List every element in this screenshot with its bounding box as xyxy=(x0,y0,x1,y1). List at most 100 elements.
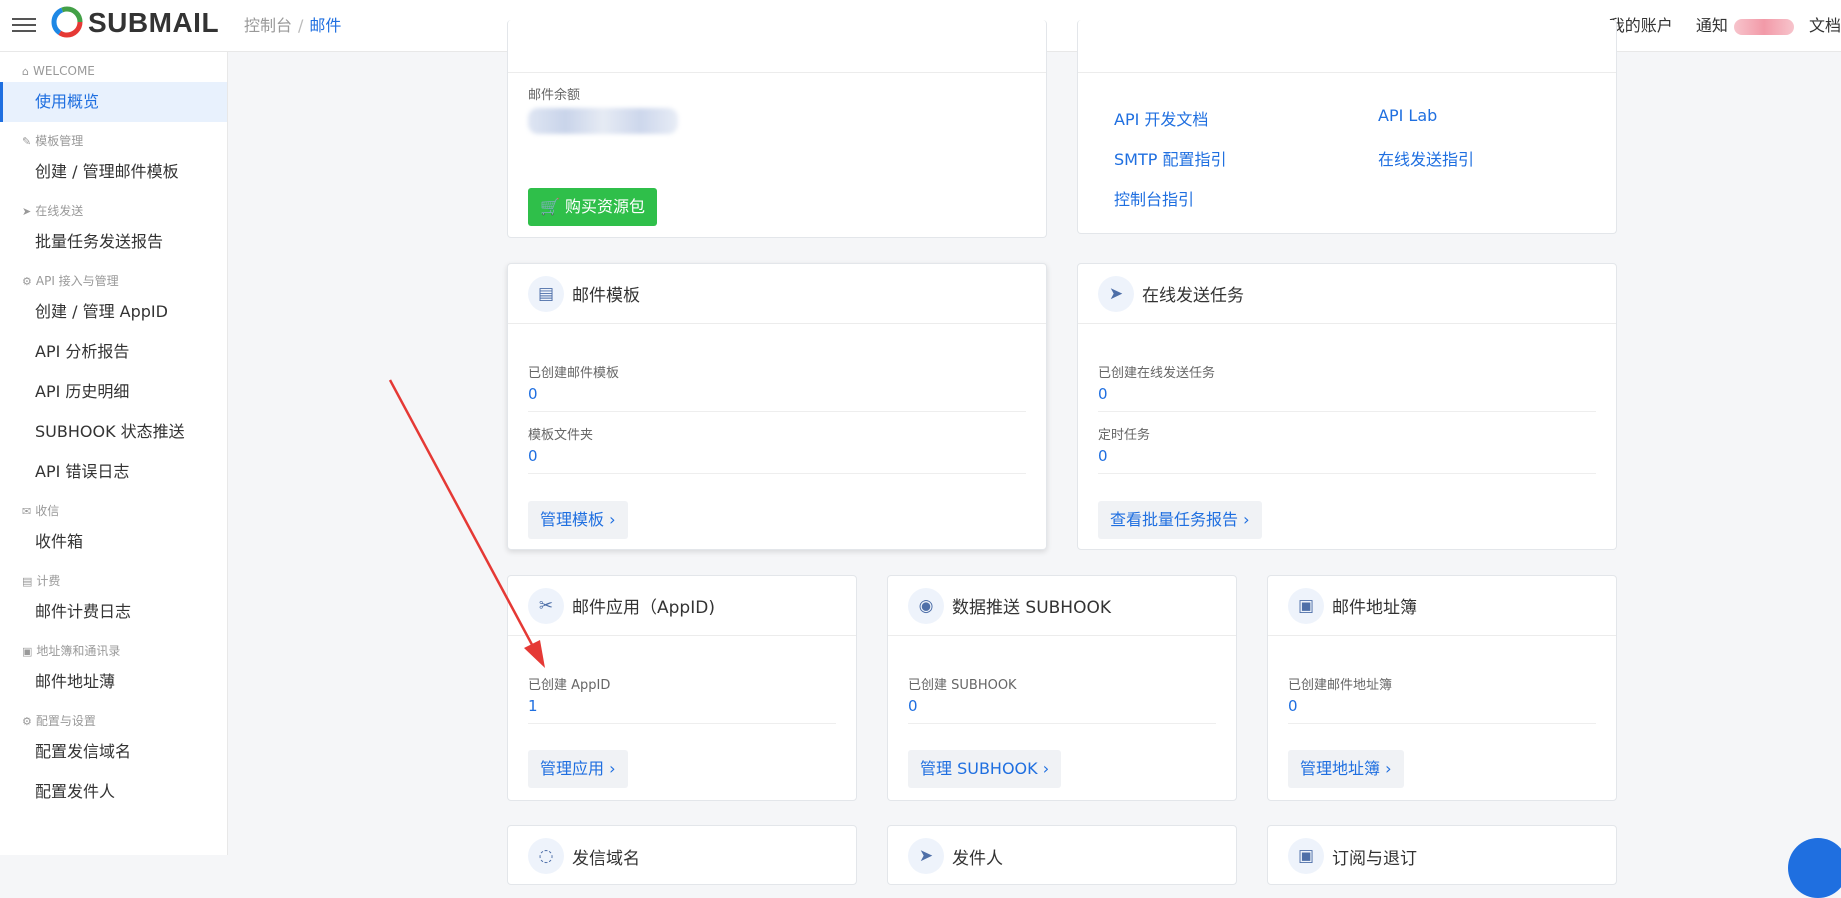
template-folder-field: 模板文件夹 0 xyxy=(528,424,1026,474)
sidebar-section-templates: ✎ 模板管理 xyxy=(22,134,84,148)
subscription-card: ▣ 订阅与退订 xyxy=(1267,825,1617,885)
card-header: ▣ 订阅与退订 xyxy=(1268,826,1616,886)
view-batch-report-button[interactable]: 查看批量任务报告 › xyxy=(1098,501,1262,539)
paper-plane-icon: ➤ xyxy=(1098,275,1134,312)
sidebar-item-api-errors[interactable]: API 错误日志 xyxy=(0,452,227,492)
appid-count-value: 1 xyxy=(528,697,538,715)
subscription-card-title: 订阅与退订 xyxy=(1332,848,1417,869)
online-send-guide-link[interactable]: 在线发送指引 xyxy=(1378,146,1474,170)
subhook-count-label: 已创建 SUBHOOK xyxy=(908,678,1017,693)
tools-icon: ✂ xyxy=(528,587,564,624)
manage-apps-button[interactable]: 管理应用 › xyxy=(528,750,628,788)
addressbook-icon: ▣ xyxy=(22,645,33,658)
template-count-field: 已创建邮件模板 0 xyxy=(528,362,1026,412)
notifications-label: 通知 xyxy=(1695,16,1728,35)
card-header: ➤ 在线发送任务 xyxy=(1078,264,1616,324)
my-account-link[interactable]: 我的账户 xyxy=(1609,16,1673,35)
subhook-count-value: 0 xyxy=(908,697,918,715)
cart-icon: 🛒 xyxy=(540,197,560,216)
api-icon: ⚙ xyxy=(22,275,32,288)
card-header: ◌ 发信域名 xyxy=(508,826,856,886)
scheduled-task-value: 0 xyxy=(1098,447,1108,465)
sidebar-item-sending-domain[interactable]: 配置发信域名 xyxy=(0,732,227,772)
sidebar-item-api-analysis[interactable]: API 分析报告 xyxy=(0,332,227,372)
sidebar-item-manage-templates[interactable]: 创建 / 管理邮件模板 xyxy=(0,152,227,192)
breadcrumb-mail: 邮件 xyxy=(309,16,342,35)
help-chat-button[interactable] xyxy=(1788,838,1841,898)
template-count-value: 0 xyxy=(528,385,538,403)
sending-domain-card-title: 发信域名 xyxy=(572,848,640,869)
online-task-count-label: 已创建在线发送任务 xyxy=(1098,366,1216,381)
template-count-label: 已创建邮件模板 xyxy=(528,366,620,381)
api-docs-link[interactable]: API 开发文档 xyxy=(1114,106,1208,130)
sending-domain-card: ◌ 发信域名 xyxy=(507,825,857,885)
card-divider xyxy=(508,72,1046,73)
manage-subhook-button[interactable]: 管理 SUBHOOK › xyxy=(908,750,1062,788)
addressbook-count-value: 0 xyxy=(1288,697,1298,715)
sidebar-item-api-history[interactable]: API 历史明细 xyxy=(0,372,227,412)
breadcrumb-console[interactable]: 控制台 xyxy=(244,16,292,35)
balance-card: 邮件余额 🛒 购买资源包 xyxy=(507,20,1047,238)
appid-count-label: 已创建 AppID xyxy=(528,678,611,693)
manage-templates-button[interactable]: 管理模板 › xyxy=(528,501,628,539)
console-guide-link[interactable]: 控制台指引 xyxy=(1114,186,1194,210)
sidebar-section-addressbook: ▣ 地址簿和通讯录 xyxy=(22,644,121,658)
appid-count-field: 已创建 AppID 1 xyxy=(528,674,836,724)
appid-card: ✂ 邮件应用（AppID) 已创建 AppID 1 管理应用 › xyxy=(507,575,857,801)
docs-link[interactable]: 文档 xyxy=(1809,16,1841,35)
card-header: ▤ 邮件模板 xyxy=(508,264,1046,324)
buy-package-button[interactable]: 🛒 购买资源包 xyxy=(528,188,658,226)
sidebar-item-addressbook[interactable]: 邮件地址薄 xyxy=(0,662,227,702)
subhook-card: ◉ 数据推送 SUBHOOK 已创建 SUBHOOK 0 管理 SUBHOOK … xyxy=(887,575,1237,801)
sender-card-title: 发件人 xyxy=(952,848,1003,869)
smtp-guide-link[interactable]: SMTP 配置指引 xyxy=(1114,146,1226,170)
template-folder-value: 0 xyxy=(528,447,538,465)
online-task-card: ➤ 在线发送任务 已创建在线发送任务 0 定时任务 0 查看批量任务报告 › xyxy=(1077,263,1617,550)
notification-badge xyxy=(1733,18,1794,35)
sidebar: ⌂ WELCOME 使用概览 ✎ 模板管理 创建 / 管理邮件模板 ➤ 在线发送 批量… xyxy=(0,52,228,855)
sidebar-item-inbox[interactable]: 收件箱 xyxy=(0,522,227,562)
addressbook-count-label: 已创建邮件地址簿 xyxy=(1288,678,1393,693)
broadcast-icon: ◉ xyxy=(908,587,944,624)
send-icon: ➤ xyxy=(22,205,32,218)
sidebar-section-welcome: ⌂ WELCOME xyxy=(22,64,95,78)
home-icon: ⌂ xyxy=(22,65,29,78)
manage-addressbook-button[interactable]: 管理地址簿 › xyxy=(1288,750,1404,788)
hamburger-menu-icon[interactable] xyxy=(12,14,36,34)
notifications-link[interactable]: 通知 xyxy=(1696,16,1794,35)
online-task-count-value: 0 xyxy=(1098,385,1108,403)
addressbook-card: ▣ 邮件地址簿 已创建邮件地址簿 0 管理地址簿 › xyxy=(1267,575,1617,801)
pencil-icon: ✎ xyxy=(22,135,32,148)
breadcrumb: 控制台 / 邮件 xyxy=(244,12,341,36)
subhook-card-title: 数据推送 SUBHOOK xyxy=(952,598,1111,618)
scheduled-task-field: 定时任务 0 xyxy=(1098,424,1596,474)
template-folder-label: 模板文件夹 xyxy=(528,428,594,443)
card-header: ▣ 邮件地址簿 xyxy=(1268,576,1616,636)
billing-icon: ▤ xyxy=(22,575,33,588)
template-card-title: 邮件模板 xyxy=(572,286,640,306)
sidebar-item-subhook[interactable]: SUBHOOK 状态推送 xyxy=(0,412,227,452)
sidebar-section-api: ⚙ API 接入与管理 xyxy=(22,274,119,288)
sidebar-item-appid[interactable]: 创建 / 管理 AppID xyxy=(0,292,227,332)
submail-logo-icon xyxy=(51,6,83,38)
sidebar-item-senders[interactable]: 配置发件人 xyxy=(0,772,227,812)
addressbook-count-field: 已创建邮件地址簿 0 xyxy=(1288,674,1596,724)
sidebar-item-overview[interactable]: 使用概览 xyxy=(0,82,227,122)
balance-label: 邮件余额 xyxy=(528,88,581,103)
api-lab-link[interactable]: API Lab xyxy=(1378,106,1437,125)
scheduled-task-label: 定时任务 xyxy=(1098,428,1151,443)
sidebar-item-billing-log[interactable]: 邮件计费日志 xyxy=(0,592,227,632)
docs-card: API 开发文档 API Lab SMTP 配置指引 在线发送指引 控制台指引 xyxy=(1077,20,1617,234)
logo-text[interactable]: SUBMAIL xyxy=(88,7,219,39)
inbox-icon: ✉ xyxy=(22,505,32,518)
subscription-icon: ▣ xyxy=(1288,838,1324,874)
sidebar-section-billing: ▤ 计费 xyxy=(22,574,61,588)
contact-book-icon: ▣ xyxy=(1288,587,1324,624)
globe-icon: ◌ xyxy=(528,838,564,874)
sidebar-item-batch-report[interactable]: 批量任务发送报告 xyxy=(0,222,227,262)
gear-icon: ⚙ xyxy=(22,715,32,728)
sidebar-section-inbox: ✉ 收信 xyxy=(22,504,60,518)
sidebar-section-online-send: ➤ 在线发送 xyxy=(22,204,84,218)
appid-card-title: 邮件应用（AppID) xyxy=(572,598,715,618)
subhook-count-field: 已创建 SUBHOOK 0 xyxy=(908,674,1216,724)
